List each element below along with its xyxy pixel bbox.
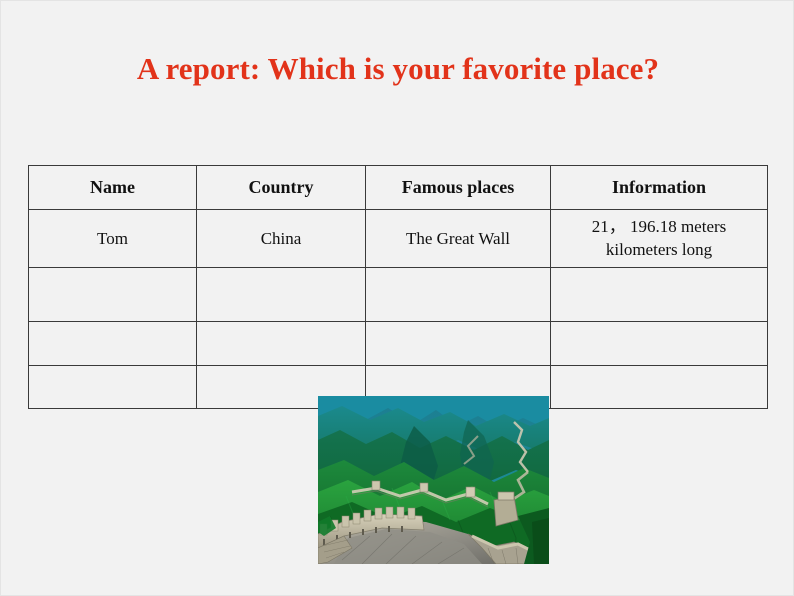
page-title: A report: Which is your favorite place? bbox=[136, 51, 660, 86]
table-row bbox=[28, 321, 768, 366]
cell-information-line1: 21， 196.18 meters bbox=[591, 216, 727, 236]
cell-famous-places[interactable]: The Great Wall bbox=[365, 209, 551, 268]
column-header-name: Name bbox=[28, 165, 197, 210]
cell-information[interactable]: 21， 196.18 meters kilometers long bbox=[550, 209, 768, 268]
great-wall-photo bbox=[318, 396, 549, 564]
column-header-information: Information bbox=[550, 165, 768, 210]
cell-information-line2: kilometers long bbox=[605, 239, 713, 259]
table-header-row: Name Country Famous places Information bbox=[28, 165, 768, 210]
cell-name[interactable] bbox=[28, 321, 197, 366]
cell-country[interactable]: China bbox=[196, 209, 366, 268]
column-header-famous-places: Famous places bbox=[365, 165, 551, 210]
table-row: Tom China The Great Wall 21， 196.18 mete… bbox=[28, 209, 768, 268]
report-table: Name Country Famous places Information T… bbox=[28, 165, 768, 409]
cell-country[interactable] bbox=[196, 267, 366, 322]
cell-name[interactable] bbox=[28, 365, 197, 409]
column-header-country: Country bbox=[196, 165, 366, 210]
cell-country[interactable] bbox=[196, 321, 366, 366]
cell-information[interactable] bbox=[550, 365, 768, 409]
cell-name[interactable] bbox=[28, 267, 197, 322]
great-wall-illustration bbox=[318, 396, 549, 564]
table-row bbox=[28, 267, 768, 322]
cell-name[interactable]: Tom bbox=[28, 209, 197, 268]
cell-information[interactable] bbox=[550, 321, 768, 366]
cell-famous-places[interactable] bbox=[365, 267, 551, 322]
cell-information[interactable] bbox=[550, 267, 768, 322]
slide-canvas: A report: Which is your favorite place? … bbox=[0, 0, 794, 596]
cell-famous-places[interactable] bbox=[365, 321, 551, 366]
